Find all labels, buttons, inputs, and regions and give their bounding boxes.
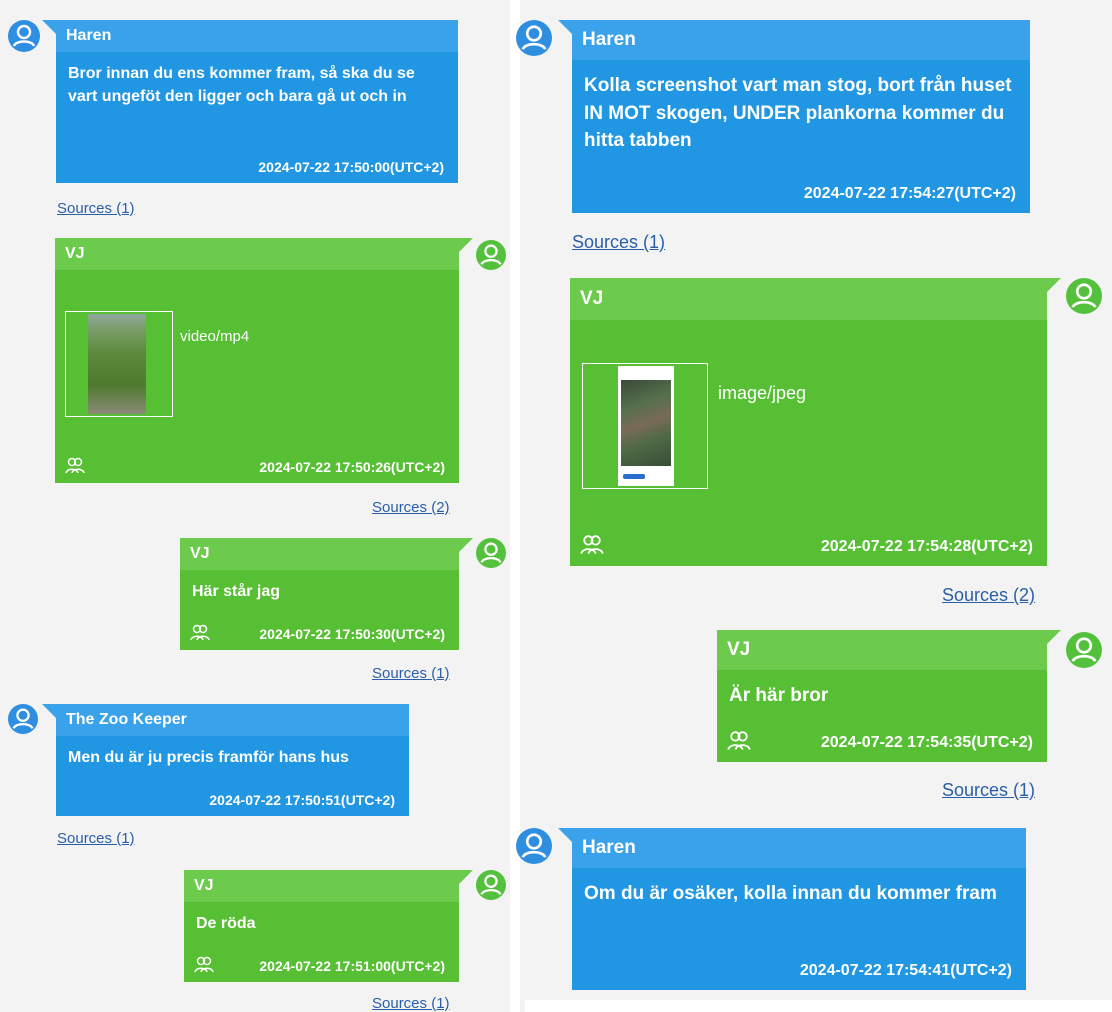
sources-link[interactable]: Sources (1) (942, 780, 1035, 801)
group-icon (194, 954, 214, 974)
image-preview (618, 366, 674, 486)
group-icon (190, 622, 210, 642)
group-icon (727, 728, 751, 752)
person-icon (516, 20, 552, 56)
person-icon (476, 538, 506, 568)
sender-name: Haren (56, 20, 458, 52)
sender-name: VJ (180, 538, 459, 570)
video-thumbnail[interactable] (65, 311, 173, 417)
sender-name: VJ (184, 870, 459, 902)
person-icon (8, 20, 40, 52)
person-icon (476, 240, 506, 270)
message-timestamp: 2024-07-22 17:54:35(UTC+2) (820, 734, 1033, 751)
person-icon (516, 828, 552, 864)
video-preview-image (88, 314, 146, 414)
message-bubble: Haren Bror innan du ens kommer fram, så … (42, 20, 458, 183)
message-timestamp: 2024-07-22 17:54:41(UTC+2) (799, 962, 1012, 979)
person-icon (8, 704, 38, 734)
attachment-type: video/mp4 (180, 328, 250, 345)
message-timestamp: 2024-07-22 17:50:30(UTC+2) (259, 626, 445, 642)
message-text: Kolla screenshot vart man stog, bort frå… (584, 75, 1012, 152)
attachment-type: image/jpeg (718, 383, 807, 403)
message-text: Här står jag (192, 583, 281, 600)
message-timestamp: 2024-07-22 17:50:51(UTC+2) (209, 792, 395, 808)
sender-name: VJ (717, 630, 1047, 670)
sources-link[interactable]: Sources (2) (372, 499, 450, 516)
person-icon (476, 870, 506, 900)
person-icon (1066, 632, 1102, 668)
panel-background (525, 1000, 1112, 1012)
group-icon (580, 532, 604, 556)
message-text: Är här bror (729, 685, 829, 706)
message-text: De röda (196, 915, 256, 932)
message-bubble: Haren Om du är osäker, kolla innan du ko… (558, 828, 1026, 990)
message-bubble: VJ image/jpeg 2024-07-22 17:54:28(UTC+2) (570, 278, 1061, 566)
message-bubble: VJ Här står jag 2024-07-22 17:50:30(UTC+… (180, 538, 473, 650)
message-timestamp: 2024-07-22 17:50:26(UTC+2) (259, 459, 445, 475)
sender-name: VJ (55, 238, 459, 270)
group-icon (65, 455, 85, 475)
sender-name: Haren (572, 828, 1026, 868)
message-bubble: Haren Kolla screenshot vart man stog, bo… (558, 20, 1030, 213)
message-bubble: The Zoo Keeper Men du är ju precis framf… (42, 704, 409, 816)
message-bubble: VJ video/mp4 2024-07-22 17:50:26(UTC+2) (55, 238, 473, 483)
sources-link[interactable]: Sources (2) (942, 585, 1035, 606)
sender-name: The Zoo Keeper (56, 704, 409, 736)
message-bubble: VJ De röda 2024-07-22 17:51:00(UTC+2) (184, 870, 473, 982)
sources-link[interactable]: Sources (1) (572, 232, 665, 253)
sources-link[interactable]: Sources (1) (57, 830, 135, 847)
message-timestamp: 2024-07-22 17:54:28(UTC+2) (820, 538, 1033, 555)
sources-link[interactable]: Sources (1) (57, 200, 135, 217)
message-text: Bror innan du ens kommer fram, så ska du… (68, 65, 415, 106)
message-bubble: VJ Är här bror 2024-07-22 17:54:35(UTC+2… (717, 630, 1061, 762)
message-text: Men du är ju precis framför hans hus (68, 749, 349, 766)
sources-link[interactable]: Sources (1) (372, 665, 450, 682)
person-icon (1066, 278, 1102, 314)
sender-name: Haren (572, 20, 1030, 60)
sender-name: VJ (570, 278, 1047, 320)
sources-link[interactable]: Sources (1) (372, 995, 450, 1012)
message-timestamp: 2024-07-22 17:54:27(UTC+2) (803, 185, 1016, 202)
image-thumbnail[interactable] (582, 363, 708, 489)
message-text: Om du är osäker, kolla innan du kommer f… (584, 883, 997, 904)
message-timestamp: 2024-07-22 17:50:00(UTC+2) (258, 159, 444, 175)
message-timestamp: 2024-07-22 17:51:00(UTC+2) (259, 958, 445, 974)
